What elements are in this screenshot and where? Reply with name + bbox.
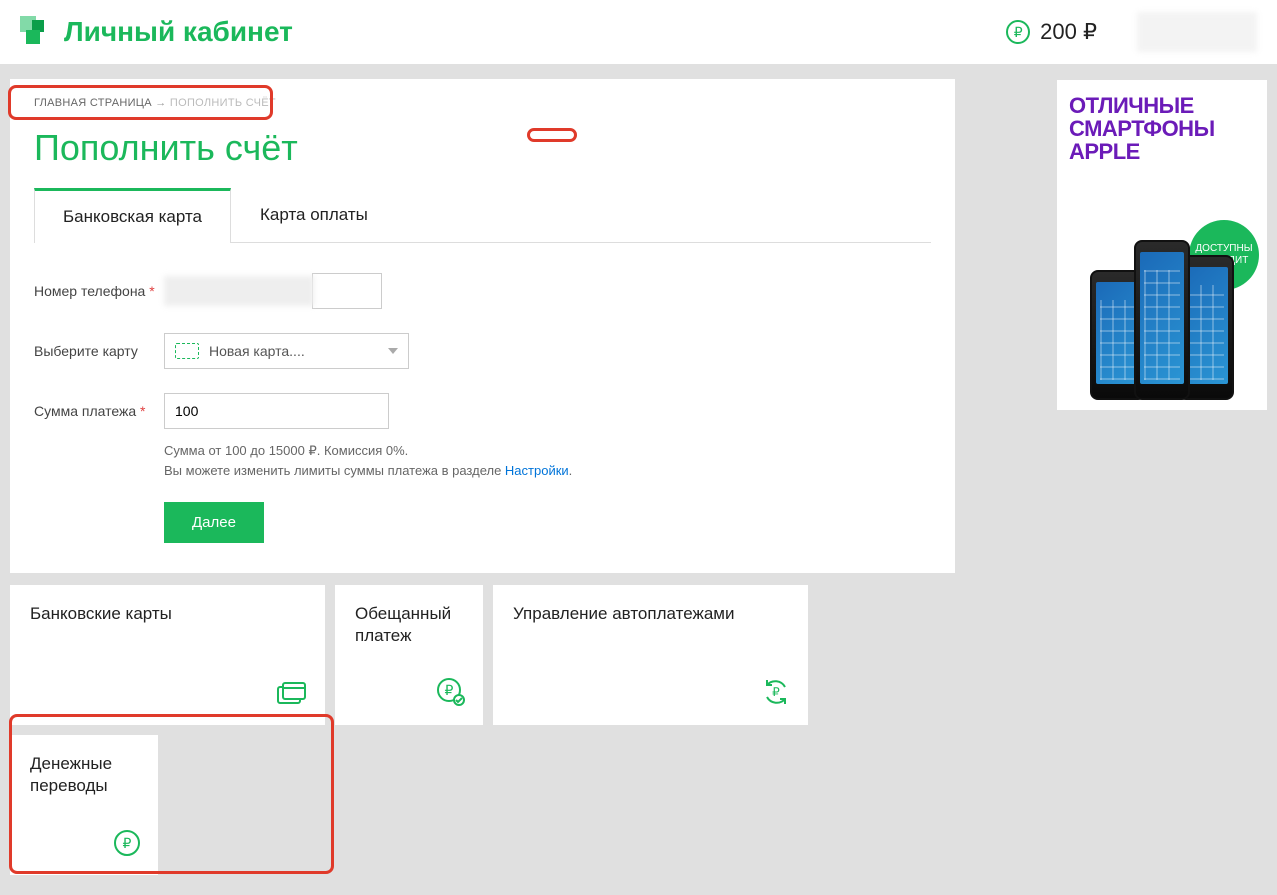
promo-banner[interactable]: ОТЛИЧНЫЕ СМАРТФОНЫ APPLE ДОСТУПНЫ В КРЕД… (1057, 80, 1267, 410)
svg-text:₽: ₽ (445, 682, 454, 698)
amount-label: Сумма платежа * (34, 403, 164, 419)
promo-phones-image (1067, 230, 1257, 400)
card-money-transfers[interactable]: Денежные переводы ₽ (10, 735, 158, 875)
tab-payment-card[interactable]: Карта оплаты (231, 188, 397, 243)
select-card-label: Выберите карту (34, 343, 164, 359)
row-amount: Сумма платежа * (34, 393, 931, 429)
cards-grid: Банковские карты Обещанный платеж ₽ Упра… (10, 585, 965, 875)
card-autopayments[interactable]: Управление автоплатежами ₽ (493, 585, 808, 725)
amount-hint: Сумма от 100 до 15000 ₽. Комиссия 0%. Вы… (164, 441, 931, 480)
ruble-refresh-icon: ₽ (762, 678, 790, 711)
card-select-value: Новая карта.... (209, 343, 305, 359)
settings-link[interactable]: Настройки (505, 463, 569, 478)
breadcrumb-home[interactable]: ГЛАВНАЯ СТРАНИЦА (34, 97, 152, 109)
amount-input[interactable] (164, 393, 389, 429)
breadcrumb-arrow: → (155, 97, 166, 109)
ruble-circle-icon: ₽ (114, 830, 140, 861)
tabs: Банковская карта Карта оплаты (34, 187, 931, 243)
svg-text:₽: ₽ (772, 685, 780, 699)
svg-text:₽: ₽ (123, 835, 132, 851)
card-select[interactable]: Новая карта.... (164, 333, 409, 369)
breadcrumb-current: ПОПОЛНИТЬ СЧЁТ (170, 97, 276, 109)
phone-value-blurred (164, 276, 314, 306)
card-promised-payment[interactable]: Обещанный платеж ₽ (335, 585, 483, 725)
balance[interactable]: ₽ 200 ₽ (1006, 19, 1097, 45)
row-select-card: Выберите карту Новая карта.... (34, 333, 931, 369)
header: Личный кабинет ₽ 200 ₽ (0, 0, 1277, 64)
promo-headline: ОТЛИЧНЫЕ СМАРТФОНЫ APPLE (1069, 94, 1255, 163)
phone-label: Номер телефона * (34, 283, 164, 299)
card-bank-cards[interactable]: Банковские карты (10, 585, 325, 725)
header-title[interactable]: Личный кабинет (64, 16, 293, 48)
ruble-circle-icon: ₽ (1006, 20, 1030, 44)
breadcrumb: ГЛАВНАЯ СТРАНИЦА → ПОПОЛНИТЬ СЧЁТ (34, 91, 931, 119)
new-card-icon (175, 343, 199, 359)
chevron-down-icon (388, 348, 398, 354)
header-blurred-area (1137, 12, 1257, 52)
balance-value: 200 ₽ (1040, 19, 1097, 45)
ruble-check-icon: ₽ (437, 678, 465, 711)
credit-card-icon (277, 682, 307, 711)
page-title: Пополнить счёт (34, 127, 931, 169)
logo-icon (20, 16, 52, 48)
next-button[interactable]: Далее (164, 502, 264, 543)
content-panel: ГЛАВНАЯ СТРАНИЦА → ПОПОЛНИТЬ СЧЁТ Пополн… (10, 79, 955, 573)
tab-bank-card[interactable]: Банковская карта (34, 188, 231, 243)
row-phone: Номер телефона * (34, 273, 931, 309)
phone-input[interactable] (312, 273, 382, 309)
